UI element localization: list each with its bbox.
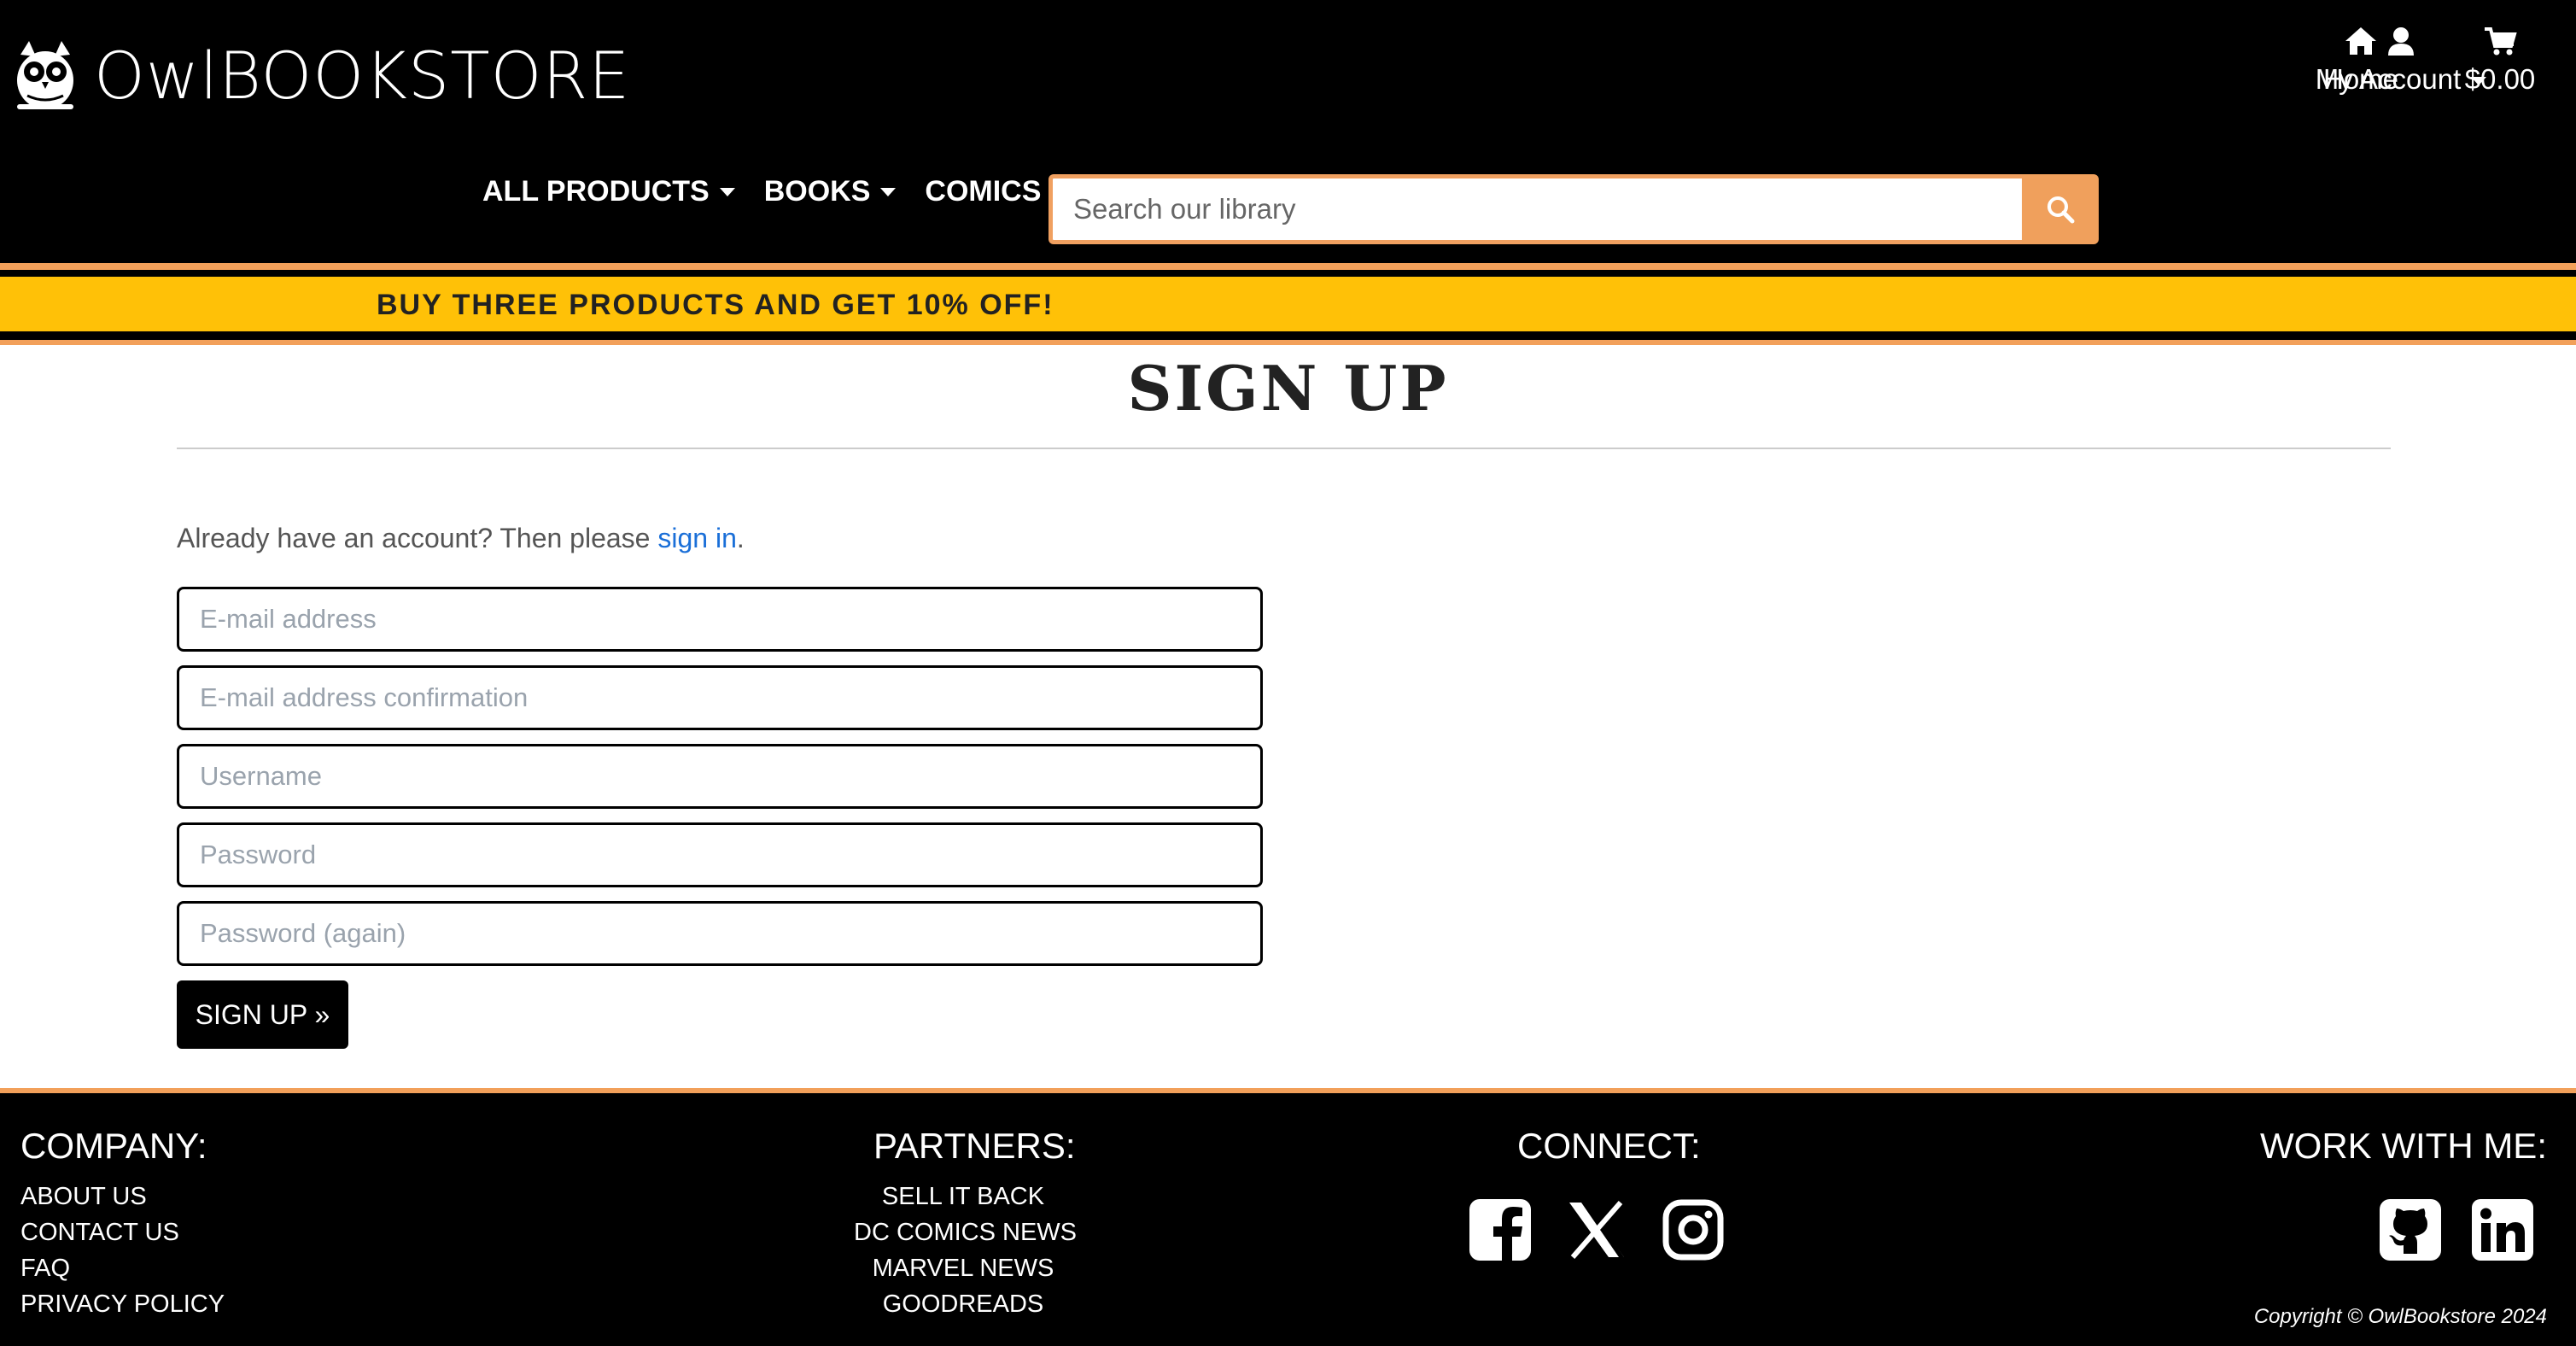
promo-accent-stripe	[0, 340, 2576, 345]
promo-divider	[0, 331, 2576, 340]
facebook-icon[interactable]	[1468, 1197, 1533, 1262]
nav-comics-label: COMICS	[925, 175, 1042, 208]
partners-heading: PARTNERS:	[873, 1126, 1076, 1166]
password-again-field[interactable]	[177, 901, 1263, 966]
instagram-icon[interactable]	[1661, 1197, 1726, 1262]
github-icon[interactable]	[2378, 1197, 2443, 1262]
sign-up-button-label: SIGN UP »	[195, 998, 330, 1030]
work-with-me-heading: WORK WITH ME:	[2260, 1126, 2547, 1166]
company-heading: COMPANY:	[20, 1126, 207, 1166]
copyright-text: Copyright © OwlBookstore 2024	[2253, 1305, 2547, 1328]
title-divider	[177, 448, 2391, 449]
nav-comics[interactable]: COMICS	[925, 175, 1067, 208]
footer-link-contact[interactable]: CONTACT US	[20, 1214, 225, 1250]
cart-total: $0.00	[2464, 63, 2536, 95]
sign-in-link[interactable]: sign in	[657, 523, 737, 553]
header-accent-stripe	[0, 263, 2576, 270]
search-input[interactable]	[1049, 174, 2022, 244]
site-footer: COMPANY: ABOUT US CONTACT US FAQ PRIVACY…	[0, 1093, 2576, 1346]
username-field[interactable]	[177, 744, 1263, 809]
my-account-label: My Account	[2315, 63, 2462, 95]
footer-link-sell-it-back[interactable]: SELL IT BACK	[854, 1179, 1072, 1214]
site-header: OwlBOOKSTORE Home My Account $0.00 ALL P…	[0, 0, 2576, 265]
cart-icon	[2485, 27, 2517, 56]
search-button[interactable]	[2022, 174, 2099, 244]
header-divider	[0, 270, 2576, 277]
promo-text: BUY THREE PRODUCTS AND GET 10% OFF!	[377, 289, 1054, 321]
email-field[interactable]	[177, 587, 1263, 652]
sign-up-button[interactable]: SIGN UP »	[177, 980, 348, 1049]
nav-all-products-label: ALL PRODUCTS	[482, 175, 710, 208]
search-icon	[2047, 196, 2075, 224]
logo-text: OwlBOOKSTORE	[94, 38, 631, 114]
footer-link-goodreads[interactable]: GOODREADS	[854, 1286, 1072, 1322]
footer-link-marvel-news[interactable]: MARVEL NEWS	[854, 1250, 1072, 1286]
nav-all-products[interactable]: ALL PRODUCTS	[482, 175, 735, 208]
cart-link[interactable]: $0.00	[2453, 26, 2547, 96]
nav-books-label: BOOKS	[763, 175, 871, 208]
password-field[interactable]	[177, 822, 1263, 887]
signin-prompt: Already have an account? Then please sig…	[177, 523, 745, 554]
company-links: ABOUT US CONTACT US FAQ PRIVACY POLICY	[20, 1179, 225, 1322]
linkedin-icon[interactable]	[2470, 1197, 2535, 1262]
owl-icon	[17, 41, 73, 109]
user-icon	[2388, 27, 2414, 56]
x-icon[interactable]	[1564, 1197, 1629, 1262]
site-logo[interactable]: OwlBOOKSTORE	[12, 39, 630, 113]
chevron-down-icon	[719, 187, 735, 196]
signin-prefix: Already have an account? Then please	[177, 523, 658, 553]
main-nav: ALL PRODUCTS BOOKS COMICS	[482, 175, 1067, 208]
promo-banner: BUY THREE PRODUCTS AND GET 10% OFF!	[0, 277, 2576, 331]
footer-link-dc-comics-news[interactable]: DC COMICS NEWS	[854, 1214, 1077, 1250]
page-title: SIGN UP	[1127, 352, 1449, 424]
partners-links: SELL IT BACK DC COMICS NEWS MARVEL NEWS …	[854, 1179, 1077, 1322]
search-bar	[1049, 174, 2099, 244]
signin-suffix: .	[736, 523, 745, 553]
email-confirm-field[interactable]	[177, 665, 1263, 730]
chevron-down-icon	[880, 187, 897, 196]
connect-heading: CONNECT:	[1517, 1126, 1701, 1166]
footer-link-faq[interactable]: FAQ	[20, 1250, 225, 1286]
nav-books[interactable]: BOOKS	[764, 175, 897, 208]
footer-link-privacy[interactable]: PRIVACY POLICY	[20, 1286, 225, 1322]
footer-link-about[interactable]: ABOUT US	[20, 1179, 225, 1214]
